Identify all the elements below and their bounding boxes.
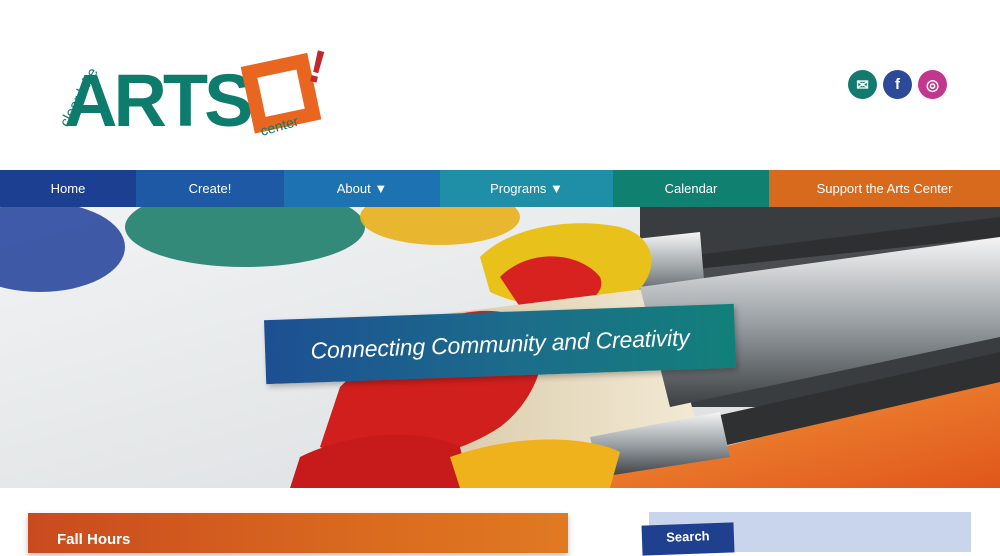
fall-hours-header: Fall Hours [28,513,568,553]
nav-item-about[interactable]: About ▼ [284,170,440,207]
search-label: Search [665,528,710,545]
social-links: ✉ f ◎ [848,70,947,99]
search-widget-title: Search [641,522,735,556]
logo-square [240,52,322,134]
logo-arts-text: ARTS [64,59,251,142]
facebook-icon[interactable]: f [883,70,912,99]
instagram-icon[interactable]: ◎ [918,70,947,99]
email-icon[interactable]: ✉ [848,70,877,99]
hero-tagline: Connecting Community and Creativity [310,323,690,364]
nav-item-create[interactable]: Create! [136,170,284,207]
site-header: clear lake ARTS ! center ✉ f ◎ [0,0,1000,170]
nav-item-support[interactable]: Support the Arts Center [769,170,1000,207]
nav-item-home[interactable]: Home [0,170,136,207]
clear-lake-arts-center-logo[interactable]: clear lake ARTS ! center [50,18,340,143]
nav-item-calendar[interactable]: Calendar [613,170,769,207]
nav-item-programs[interactable]: Programs ▼ [440,170,613,207]
main-nav: Home Create! About ▼ Programs ▼ Calendar… [0,170,1000,207]
